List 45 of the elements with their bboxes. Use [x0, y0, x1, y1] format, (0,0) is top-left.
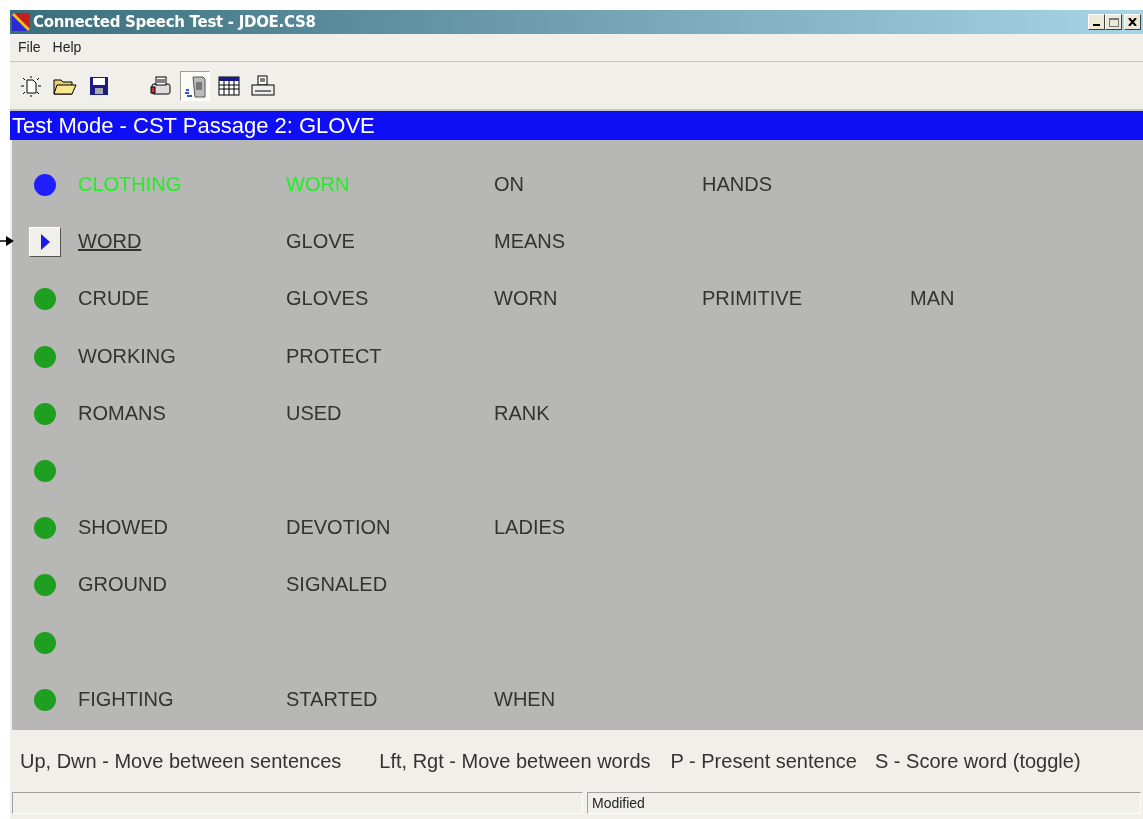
key-hint: P - Present sentence	[670, 749, 857, 774]
word[interactable]: MEANS	[494, 230, 566, 253]
word[interactable]: GLOVE	[286, 230, 355, 253]
word[interactable]: FIGHTING	[78, 687, 174, 710]
word[interactable]: MAN	[910, 287, 955, 310]
menu-item[interactable]: File	[18, 37, 41, 58]
word[interactable]: GROUND	[78, 573, 167, 596]
word[interactable]: RANK	[494, 401, 550, 424]
key-hint: Lft, Rgt - Move between words	[379, 749, 651, 774]
word[interactable]: HANDS	[702, 173, 772, 195]
word[interactable]: WHEN	[494, 687, 556, 710]
word[interactable]: ROMANS	[78, 401, 166, 424]
word[interactable]: WORN	[494, 287, 558, 310]
word[interactable]: PROTECT	[286, 344, 382, 367]
word[interactable]: WORKING	[78, 344, 176, 367]
close-button[interactable]	[1124, 14, 1141, 30]
word[interactable]: GLOVES	[286, 287, 369, 310]
app-logo-icon	[12, 13, 30, 31]
word[interactable]: LADIES	[494, 516, 566, 539]
word[interactable]: STARTED	[286, 687, 378, 710]
window-title: Connected Speech Test - JDOE.CS8	[33, 11, 317, 33]
word[interactable]: WORD	[78, 230, 142, 253]
menu-item[interactable]: Help	[52, 37, 82, 58]
word[interactable]: CRUDE	[78, 287, 150, 310]
key-hint: S - Score word (toggle)	[874, 749, 1081, 774]
key-hint: Up, Dwn - Move between sentences	[20, 749, 342, 774]
minimize-button[interactable]	[1088, 14, 1105, 30]
printer-icon	[251, 74, 275, 97]
new-file-icon	[20, 74, 42, 97]
maximize-button[interactable]	[1105, 14, 1122, 30]
word[interactable]: SIGNALED	[286, 573, 388, 596]
close-icon	[1128, 18, 1137, 26]
word[interactable]: PRIMITIVE	[702, 287, 802, 310]
word[interactable]: SHOWED	[78, 516, 168, 539]
status-panel: Modified	[587, 792, 1141, 814]
word[interactable]: ON	[494, 173, 524, 195]
calendar-grid-icon	[218, 75, 240, 96]
play-icon	[40, 234, 50, 251]
play-button[interactable]	[29, 227, 61, 258]
word[interactable]: USED	[286, 401, 342, 424]
mode-banner: Test Mode - CST Passage 2: GLOVE	[10, 111, 1143, 140]
word[interactable]: DEVOTION	[286, 516, 391, 539]
toolbar-button[interactable]	[180, 70, 210, 101]
fax-machine-icon	[149, 73, 173, 98]
maximize-icon	[1108, 17, 1119, 27]
